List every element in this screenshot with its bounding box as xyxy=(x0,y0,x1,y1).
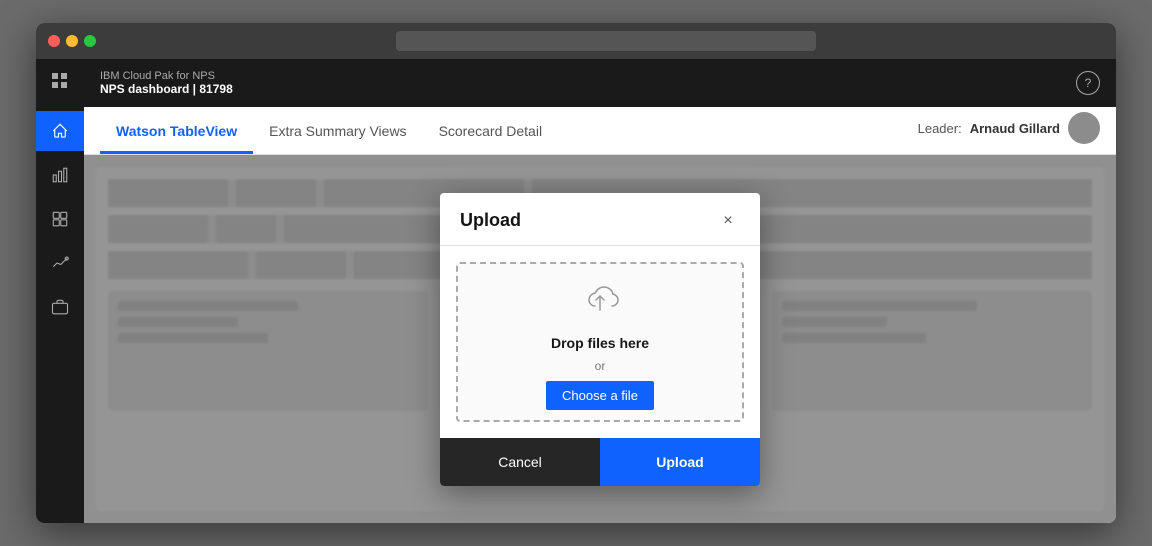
modal-overlay: Upload × xyxy=(84,155,1116,523)
help-button[interactable]: ? xyxy=(1076,71,1100,95)
traffic-lights xyxy=(48,35,96,47)
apps-menu-button[interactable] xyxy=(46,67,74,95)
app-name-label: IBM Cloud Pak for NPS xyxy=(100,70,233,82)
modal-title: Upload xyxy=(460,210,521,231)
minimize-window-button[interactable] xyxy=(66,35,78,47)
content-area: Upload × xyxy=(84,155,1116,523)
app-title: IBM Cloud Pak for NPS NPS dashboard | 81… xyxy=(100,70,233,96)
sidebar-item-dashboard[interactable] xyxy=(36,199,84,239)
dashboard-icon xyxy=(51,210,69,228)
drop-files-label: Drop files here xyxy=(551,335,649,351)
modal-close-button[interactable]: × xyxy=(716,209,740,233)
analytics-icon xyxy=(51,254,69,272)
sidebar-item-home[interactable] xyxy=(36,111,84,151)
upload-modal: Upload × xyxy=(440,193,760,486)
url-bar[interactable] xyxy=(396,31,816,51)
drop-zone[interactable]: Drop files here or Choose a file xyxy=(456,262,744,422)
top-bar: IBM Cloud Pak for NPS NPS dashboard | 81… xyxy=(84,59,1116,107)
app-window: IBM Cloud Pak for NPS NPS dashboard | 81… xyxy=(36,23,1116,523)
sidebar-item-workspace[interactable] xyxy=(36,287,84,327)
cancel-button[interactable]: Cancel xyxy=(440,438,600,486)
leader-label: Leader: xyxy=(918,121,962,136)
leader-name: Arnaud Gillard xyxy=(970,121,1060,136)
app-body: IBM Cloud Pak for NPS NPS dashboard | 81… xyxy=(36,59,1116,523)
sidebar-nav xyxy=(36,111,84,327)
maximize-window-button[interactable] xyxy=(84,35,96,47)
main-content: IBM Cloud Pak for NPS NPS dashboard | 81… xyxy=(84,59,1116,523)
modal-footer: Cancel Upload xyxy=(440,438,760,486)
close-window-button[interactable] xyxy=(48,35,60,47)
chart-bar-icon xyxy=(51,166,69,184)
modal-header: Upload × xyxy=(440,193,760,246)
apps-grid-icon xyxy=(52,73,68,89)
title-bar xyxy=(36,23,1116,59)
home-icon xyxy=(51,122,69,140)
tab-extra-summary-views[interactable]: Extra Summary Views xyxy=(253,111,422,154)
tab-watson-tableview[interactable]: Watson TableView xyxy=(100,111,253,154)
sidebar-item-analytics[interactable] xyxy=(36,243,84,283)
tabs-bar: Watson TableView Extra Summary Views Sco… xyxy=(84,107,1116,155)
tab-scorecard-detail[interactable]: Scorecard Detail xyxy=(423,111,559,154)
sidebar-item-charts[interactable] xyxy=(36,155,84,195)
leader-avatar xyxy=(1068,112,1100,144)
sidebar xyxy=(36,59,84,523)
briefcase-icon xyxy=(51,298,69,316)
leader-info: Leader: Arnaud Gillard xyxy=(918,112,1100,144)
drop-or-label: or xyxy=(595,359,606,373)
modal-body: Drop files here or Choose a file xyxy=(440,246,760,438)
upload-cloud-icon xyxy=(576,274,624,327)
dashboard-title-label: NPS dashboard | 81798 xyxy=(100,82,233,96)
choose-file-button[interactable]: Choose a file xyxy=(546,381,654,410)
upload-button[interactable]: Upload xyxy=(600,438,760,486)
